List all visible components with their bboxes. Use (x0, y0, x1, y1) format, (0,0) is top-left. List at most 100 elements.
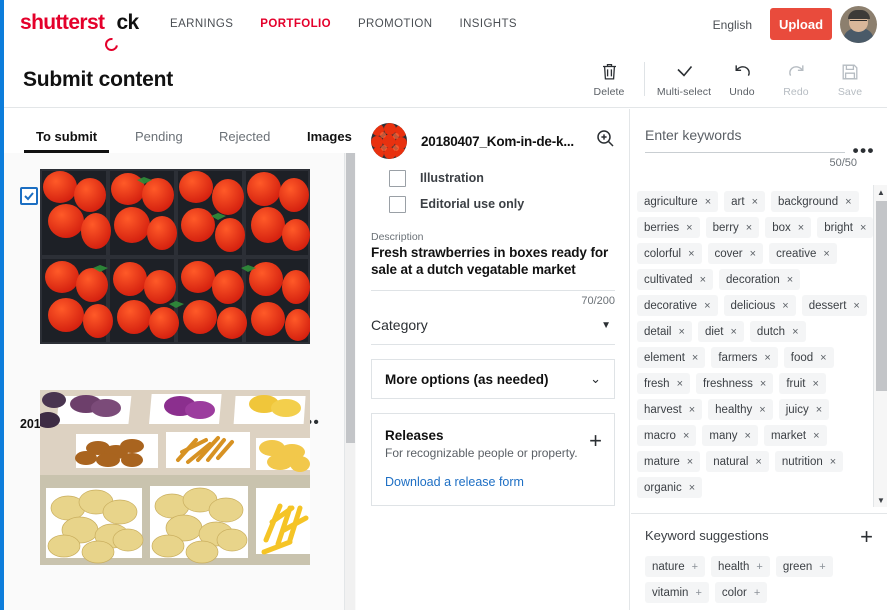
tab-images[interactable]: Images (307, 129, 352, 153)
remove-keyword-icon[interactable]: × (745, 430, 751, 442)
suggestion-chip[interactable]: green + (775, 556, 833, 577)
keyword-chip[interactable]: freshness × (696, 373, 774, 394)
keyword-chip[interactable]: agriculture × (637, 191, 719, 212)
file-select-checkbox[interactable] (20, 187, 38, 205)
add-keyword-icon[interactable]: + (756, 561, 762, 573)
remove-keyword-icon[interactable]: × (845, 196, 851, 208)
keywords-options-button[interactable]: ••• (853, 141, 875, 161)
keyword-chip[interactable]: fresh × (637, 373, 691, 394)
keyword-chip[interactable]: decorative × (637, 295, 718, 316)
scrollbar-thumb[interactable] (876, 201, 887, 391)
remove-keyword-icon[interactable]: × (752, 196, 758, 208)
remove-keyword-icon[interactable]: × (760, 378, 766, 390)
add-keyword-icon[interactable]: + (695, 587, 701, 599)
add-release-icon[interactable]: + (589, 430, 602, 452)
remove-keyword-icon[interactable]: × (686, 222, 692, 234)
keyword-chip[interactable]: background × (771, 191, 859, 212)
keyword-chip[interactable]: dutch × (749, 321, 806, 342)
keyword-chip[interactable]: delicious × (723, 295, 796, 316)
remove-keyword-icon[interactable]: × (813, 430, 819, 442)
keyword-chip[interactable]: bright × (817, 217, 874, 238)
keyword-chip[interactable]: detail × (637, 321, 692, 342)
remove-keyword-icon[interactable]: × (853, 300, 859, 312)
keyword-chip[interactable]: harvest × (637, 399, 703, 420)
remove-keyword-icon[interactable]: × (679, 326, 685, 338)
keyword-chip[interactable]: natural × (706, 451, 769, 472)
keyword-chip[interactable]: nutrition × (774, 451, 844, 472)
remove-keyword-icon[interactable]: × (820, 352, 826, 364)
remove-keyword-icon[interactable]: × (705, 196, 711, 208)
remove-keyword-icon[interactable]: × (683, 430, 689, 442)
description-input[interactable]: Fresh strawberries in boxes ready for sa… (371, 244, 615, 278)
keyword-chip[interactable]: farmers × (711, 347, 778, 368)
category-select[interactable]: Category ▼ (371, 317, 615, 345)
keyword-chip[interactable]: decoration × (719, 269, 801, 290)
keyword-chip[interactable]: colorful × (637, 243, 702, 264)
save-button[interactable]: Save (823, 60, 877, 98)
multi-select-button[interactable]: Multi-select (653, 60, 715, 98)
remove-keyword-icon[interactable]: × (700, 274, 706, 286)
keyword-chip[interactable]: healthy × (708, 399, 773, 420)
keyword-chip[interactable]: juicy × (778, 399, 830, 420)
add-all-suggestions-icon[interactable]: + (860, 526, 873, 548)
undo-button[interactable]: Undo (715, 60, 769, 98)
suggestion-chip[interactable]: color + (714, 582, 768, 603)
remove-keyword-icon[interactable]: × (782, 300, 788, 312)
editorial-row[interactable]: Editorial use only (389, 191, 615, 217)
keyword-chip[interactable]: mature × (637, 451, 701, 472)
file-thumbnail[interactable] (40, 390, 310, 565)
suggestion-chip[interactable]: nature + (645, 556, 706, 577)
keyword-chip[interactable]: market × (763, 425, 827, 446)
remove-keyword-icon[interactable]: × (830, 456, 836, 468)
add-keyword-icon[interactable]: + (819, 561, 825, 573)
remove-keyword-icon[interactable]: × (798, 222, 804, 234)
remove-keyword-icon[interactable]: × (750, 248, 756, 260)
keyword-chip[interactable]: creative × (769, 243, 837, 264)
tab-rejected[interactable]: Rejected (219, 129, 270, 153)
keyword-chip[interactable]: cultivated × (637, 269, 714, 290)
remove-keyword-icon[interactable]: × (812, 378, 818, 390)
zoom-in-icon[interactable] (593, 129, 615, 153)
nav-item-promotion[interactable]: PROMOTION (358, 18, 433, 30)
keyword-chip[interactable]: fruit × (779, 373, 826, 394)
upload-button[interactable]: Upload (770, 8, 832, 40)
keyword-chip[interactable]: organic × (637, 477, 703, 498)
nav-item-earnings[interactable]: EARNINGS (170, 18, 233, 30)
file-list-scrollbar[interactable] (344, 153, 355, 610)
remove-keyword-icon[interactable]: × (677, 378, 683, 390)
remove-keyword-icon[interactable]: × (816, 404, 822, 416)
language-selector[interactable]: English (713, 18, 752, 32)
remove-keyword-icon[interactable]: × (792, 326, 798, 338)
remove-keyword-icon[interactable]: × (704, 300, 710, 312)
remove-keyword-icon[interactable]: × (730, 326, 736, 338)
add-keyword-icon[interactable]: + (754, 587, 760, 599)
list-item[interactable]: 20180407_Kom-in-de-kas_0026-Edit.jpg ••• (4, 390, 336, 565)
nav-item-portfolio[interactable]: PORTFOLIO (260, 18, 331, 30)
remove-keyword-icon[interactable]: × (687, 456, 693, 468)
more-options-panel[interactable]: More options (as needed) ⌄ (371, 359, 615, 399)
remove-keyword-icon[interactable]: × (787, 274, 793, 286)
redo-button[interactable]: Redo (769, 60, 823, 98)
keyword-chip[interactable]: macro × (637, 425, 697, 446)
keyword-chip[interactable]: dessert × (801, 295, 867, 316)
tab-to-submit[interactable]: To submit (23, 129, 110, 153)
list-item[interactable]: 20180407_Kom-in-de-kas_0075-Edit.jpg ••• (4, 169, 336, 431)
scrollbar-thumb[interactable] (346, 153, 355, 443)
remove-keyword-icon[interactable]: × (759, 404, 765, 416)
remove-keyword-icon[interactable]: × (764, 352, 770, 364)
keyword-chip[interactable]: box × (765, 217, 812, 238)
remove-keyword-icon[interactable]: × (746, 222, 752, 234)
shutterstock-logo[interactable]: shutterst ck (20, 11, 139, 35)
keyword-chip[interactable]: berry × (705, 217, 760, 238)
remove-keyword-icon[interactable]: × (823, 248, 829, 260)
keyword-chip[interactable]: diet × (697, 321, 744, 342)
keyword-chip[interactable]: art × (724, 191, 765, 212)
add-keyword-icon[interactable]: + (692, 561, 698, 573)
keywords-input[interactable]: Enter keywords (645, 127, 845, 153)
editorial-checkbox[interactable] (389, 195, 406, 213)
keyword-chip[interactable]: food × (783, 347, 834, 368)
keyword-chip[interactable]: cover × (707, 243, 764, 264)
delete-button[interactable]: Delete (582, 60, 636, 98)
remove-keyword-icon[interactable]: × (860, 222, 866, 234)
keyword-chip[interactable]: berries × (637, 217, 700, 238)
